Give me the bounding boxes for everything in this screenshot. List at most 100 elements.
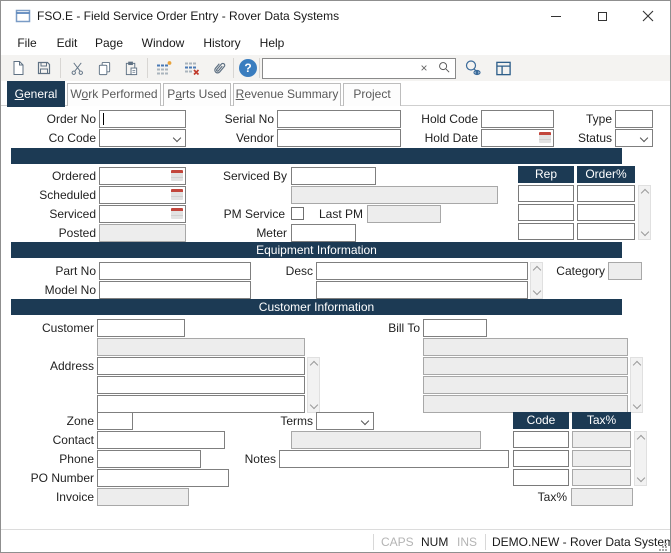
help-button[interactable]: ? — [236, 56, 260, 80]
calendar-icon[interactable] — [171, 189, 183, 200]
rep-cell[interactable] — [518, 223, 574, 240]
rep-column-header: Rep — [518, 166, 574, 183]
code-cell[interactable] — [513, 450, 569, 467]
maximize-button[interactable] — [579, 1, 625, 31]
close-button[interactable] — [625, 1, 671, 31]
tab-revenue-summary[interactable]: Revenue Summary — [233, 83, 341, 106]
terms-select[interactable] — [316, 412, 374, 430]
search-icon[interactable] — [438, 61, 451, 79]
scroll-down-icon[interactable] — [636, 474, 644, 482]
scroll-up-icon[interactable] — [309, 361, 317, 369]
vendor-label: Vendor — [197, 129, 274, 147]
po-number-input[interactable] — [97, 469, 229, 487]
tab-label: rk Performed — [88, 87, 157, 101]
notes-input[interactable] — [279, 450, 509, 468]
menu-item-page[interactable]: Page — [89, 31, 129, 55]
scroll-up-icon[interactable] — [640, 189, 648, 197]
meter-input[interactable] — [291, 224, 356, 242]
tab-label: R — [236, 87, 245, 101]
serviced-by-input[interactable] — [291, 167, 376, 185]
calendar-icon[interactable] — [171, 208, 183, 219]
customer-input[interactable] — [97, 319, 185, 337]
tab-project[interactable]: Project — [343, 83, 401, 106]
scroll-down-icon[interactable] — [532, 287, 540, 295]
menu-item-edit[interactable]: Edit — [49, 31, 85, 55]
serial-no-input[interactable] — [277, 110, 401, 128]
code-cell[interactable] — [513, 431, 569, 448]
find-preview-button[interactable] — [460, 56, 486, 80]
copy-button[interactable] — [91, 56, 117, 80]
desc-input-line1[interactable] — [316, 262, 528, 280]
address-label: Address — [17, 357, 94, 375]
menu-item-help[interactable]: Help — [253, 31, 291, 55]
address-input-line2[interactable] — [97, 376, 305, 394]
toolbar-separator — [60, 58, 61, 78]
caps-indicator: CAPS — [381, 530, 414, 553]
model-no-input[interactable] — [99, 281, 251, 299]
cut-icon — [70, 61, 85, 76]
pm-service-checkbox[interactable] — [291, 207, 304, 220]
minimize-button[interactable] — [533, 1, 579, 31]
title-bar[interactable]: FSO.E - Field Service Order Entry - Rove… — [1, 1, 670, 31]
bill-to-input[interactable] — [423, 319, 487, 337]
scheduled-field — [99, 186, 186, 204]
invoice-label: Invoice — [17, 488, 94, 506]
order-pct-cell[interactable] — [577, 185, 635, 202]
meter-label: Meter — [197, 224, 287, 242]
save-button[interactable] — [31, 56, 57, 80]
layout-button[interactable] — [490, 56, 516, 80]
rep-cell[interactable] — [518, 185, 574, 202]
tab-parts-used[interactable]: Parts Used — [163, 83, 231, 106]
model-no-label: Model No — [15, 281, 96, 299]
menu-item-window[interactable]: Window — [135, 31, 191, 55]
search-input[interactable] — [263, 59, 423, 78]
scroll-up-icon[interactable] — [636, 435, 644, 443]
co-code-select[interactable] — [99, 129, 186, 147]
menu-item-file[interactable]: File — [9, 31, 45, 55]
tab-general[interactable]: General — [7, 81, 65, 107]
vendor-input[interactable] — [277, 129, 401, 147]
rep-cell[interactable] — [518, 204, 574, 221]
code-cell[interactable] — [513, 469, 569, 486]
cut-button[interactable] — [64, 56, 90, 80]
zone-input[interactable] — [97, 412, 133, 430]
scroll-up-icon[interactable] — [632, 361, 640, 369]
delete-row-button[interactable] — [179, 56, 205, 80]
chevron-down-icon — [361, 417, 369, 425]
bill-address-scrollbar[interactable] — [630, 357, 643, 413]
tab-work-performed[interactable]: Work Performed — [67, 83, 161, 106]
address-input-line1[interactable] — [97, 357, 305, 375]
menu-item-history[interactable]: History — [197, 31, 247, 55]
order-pct-cell[interactable] — [577, 204, 635, 221]
attach-icon — [208, 57, 231, 80]
order-pct-cell[interactable] — [577, 223, 635, 240]
rep-grid-scrollbar[interactable] — [638, 185, 651, 240]
paste-button[interactable] — [118, 56, 144, 80]
ins-indicator: INS — [457, 530, 477, 553]
insert-row-button[interactable] — [151, 56, 177, 80]
desc-input-line2[interactable] — [316, 281, 528, 299]
minimize-icon — [551, 16, 561, 17]
hold-code-label: Hold Code — [399, 110, 478, 128]
notes-label: Notes — [205, 450, 276, 468]
part-no-input[interactable] — [99, 262, 251, 280]
address-input-line3[interactable] — [97, 395, 305, 413]
contact-input[interactable] — [97, 431, 225, 449]
clear-search-icon[interactable]: × — [417, 61, 431, 76]
scroll-down-icon[interactable] — [309, 401, 317, 409]
tax-grid-scrollbar[interactable] — [634, 431, 647, 486]
type-input[interactable] — [615, 110, 653, 128]
phone-input[interactable] — [97, 450, 201, 468]
new-document-button[interactable] — [5, 56, 31, 80]
attach-button[interactable] — [206, 56, 232, 80]
status-select[interactable] — [615, 129, 653, 147]
scroll-down-icon[interactable] — [640, 228, 648, 236]
calendar-icon[interactable] — [171, 170, 183, 181]
app-icon — [15, 8, 31, 24]
scroll-up-icon[interactable] — [532, 266, 540, 274]
resize-grip[interactable] — [665, 549, 667, 551]
order-section-bar — [11, 148, 622, 164]
order-no-input[interactable] — [99, 110, 186, 128]
scroll-down-icon[interactable] — [632, 401, 640, 409]
address-scrollbar[interactable] — [307, 357, 320, 413]
